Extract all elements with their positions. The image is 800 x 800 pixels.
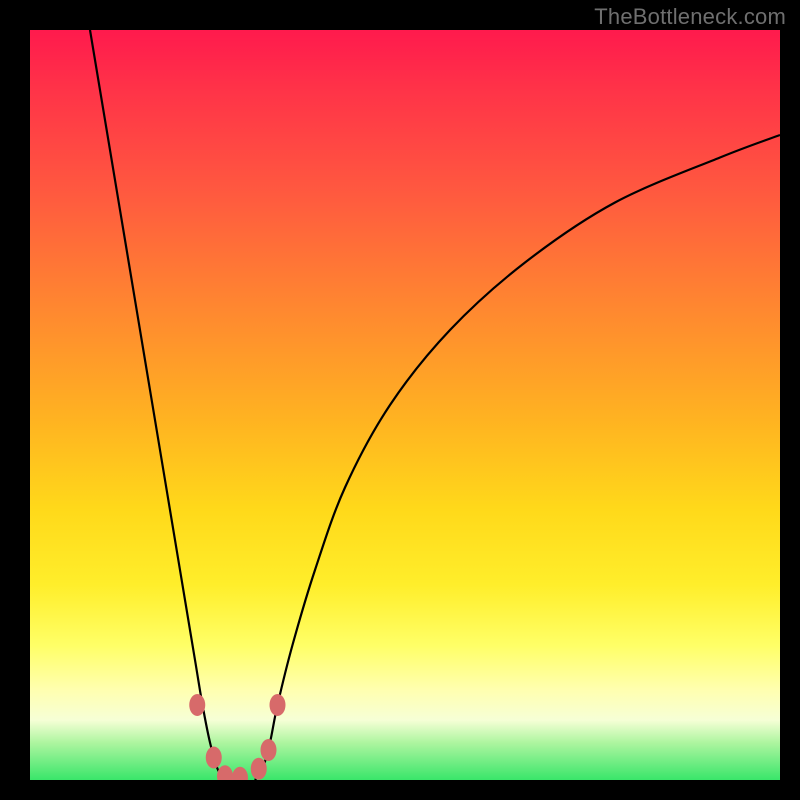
chart-frame: TheBottleneck.com — [0, 0, 800, 800]
curve-layer — [30, 30, 780, 780]
highlight-marker — [206, 747, 222, 769]
highlight-marker — [251, 758, 267, 780]
highlight-marker — [232, 767, 248, 780]
curve-right-branch — [255, 135, 780, 780]
highlight-marker — [189, 694, 205, 716]
plot-area — [30, 30, 780, 780]
highlight-marker — [261, 739, 277, 761]
curve-left-branch — [90, 30, 225, 780]
highlight-marker — [270, 694, 286, 716]
highlight-marker — [217, 765, 233, 780]
watermark-text: TheBottleneck.com — [594, 4, 786, 30]
